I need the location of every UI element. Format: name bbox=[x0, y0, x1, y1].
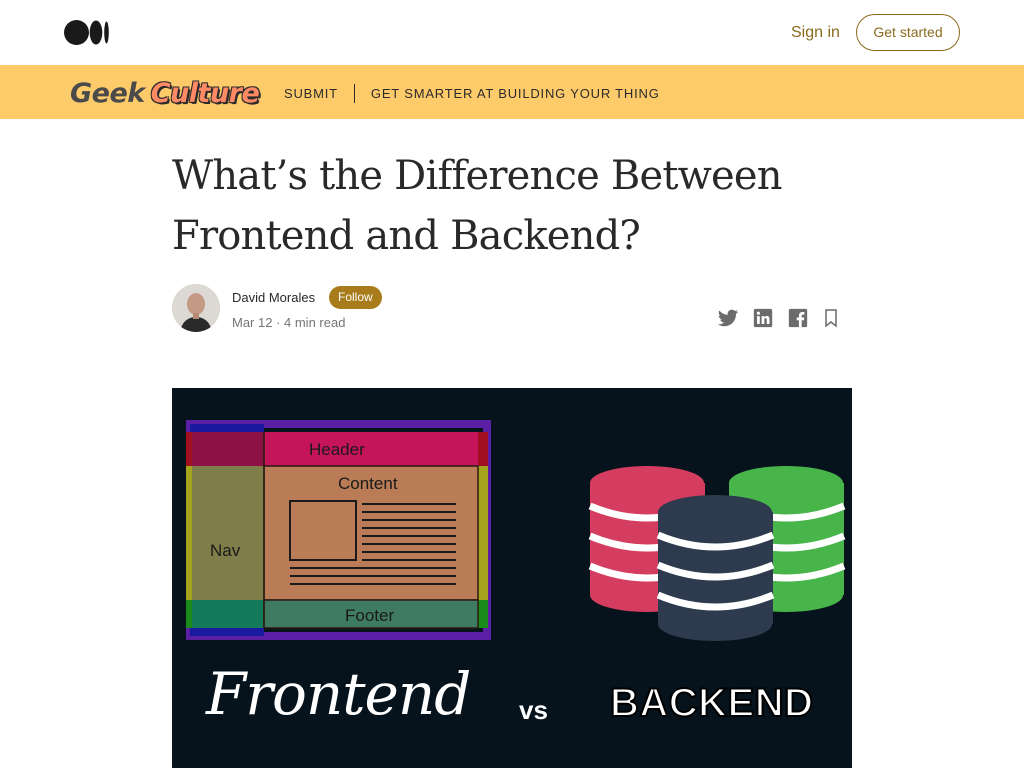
submit-link[interactable]: SUBMIT bbox=[284, 86, 338, 101]
hero-image: Header Content Nav Footer Frontend vs BA… bbox=[172, 388, 852, 768]
hero-footer-label: Footer bbox=[345, 606, 395, 625]
publication-bar: Geek Culture SUBMIT GET SMARTER AT BUILD… bbox=[0, 65, 1024, 119]
linkedin-icon[interactable] bbox=[752, 307, 774, 329]
hero-frontend-text: Frontend bbox=[206, 660, 471, 728]
get-started-button[interactable]: Get started bbox=[856, 14, 960, 51]
publication-logo[interactable]: Geek Culture bbox=[70, 76, 260, 110]
top-bar: Sign in Get started bbox=[0, 0, 1024, 65]
sign-in-link[interactable]: Sign in bbox=[791, 24, 840, 42]
author-name[interactable]: David Morales bbox=[232, 290, 315, 305]
article-meta: Mar 12 · 4 min read bbox=[232, 315, 346, 330]
facebook-icon[interactable] bbox=[787, 307, 809, 329]
hero-header-label: Header bbox=[309, 440, 365, 459]
publication-name-part1: Geek bbox=[70, 77, 145, 109]
bookmark-icon[interactable] bbox=[821, 307, 841, 329]
twitter-icon[interactable] bbox=[717, 307, 739, 329]
medium-logo-icon[interactable] bbox=[64, 20, 110, 45]
nav-divider bbox=[353, 84, 355, 103]
author-avatar[interactable] bbox=[172, 284, 220, 332]
hero-backend-text: BACKEND bbox=[609, 680, 814, 726]
hero-content-label: Content bbox=[338, 474, 398, 493]
article-title: What’s the Difference Between Frontend a… bbox=[172, 153, 783, 259]
hero-vs-text: vs bbox=[519, 695, 548, 725]
hero-nav-label: Nav bbox=[210, 541, 241, 560]
follow-button[interactable]: Follow bbox=[329, 286, 382, 309]
publication-name-part2: Culture bbox=[150, 77, 260, 109]
publication-nav: SUBMIT GET SMARTER AT BUILDING YOUR THIN… bbox=[284, 84, 660, 103]
tagline-link[interactable]: GET SMARTER AT BUILDING YOUR THING bbox=[371, 86, 660, 101]
